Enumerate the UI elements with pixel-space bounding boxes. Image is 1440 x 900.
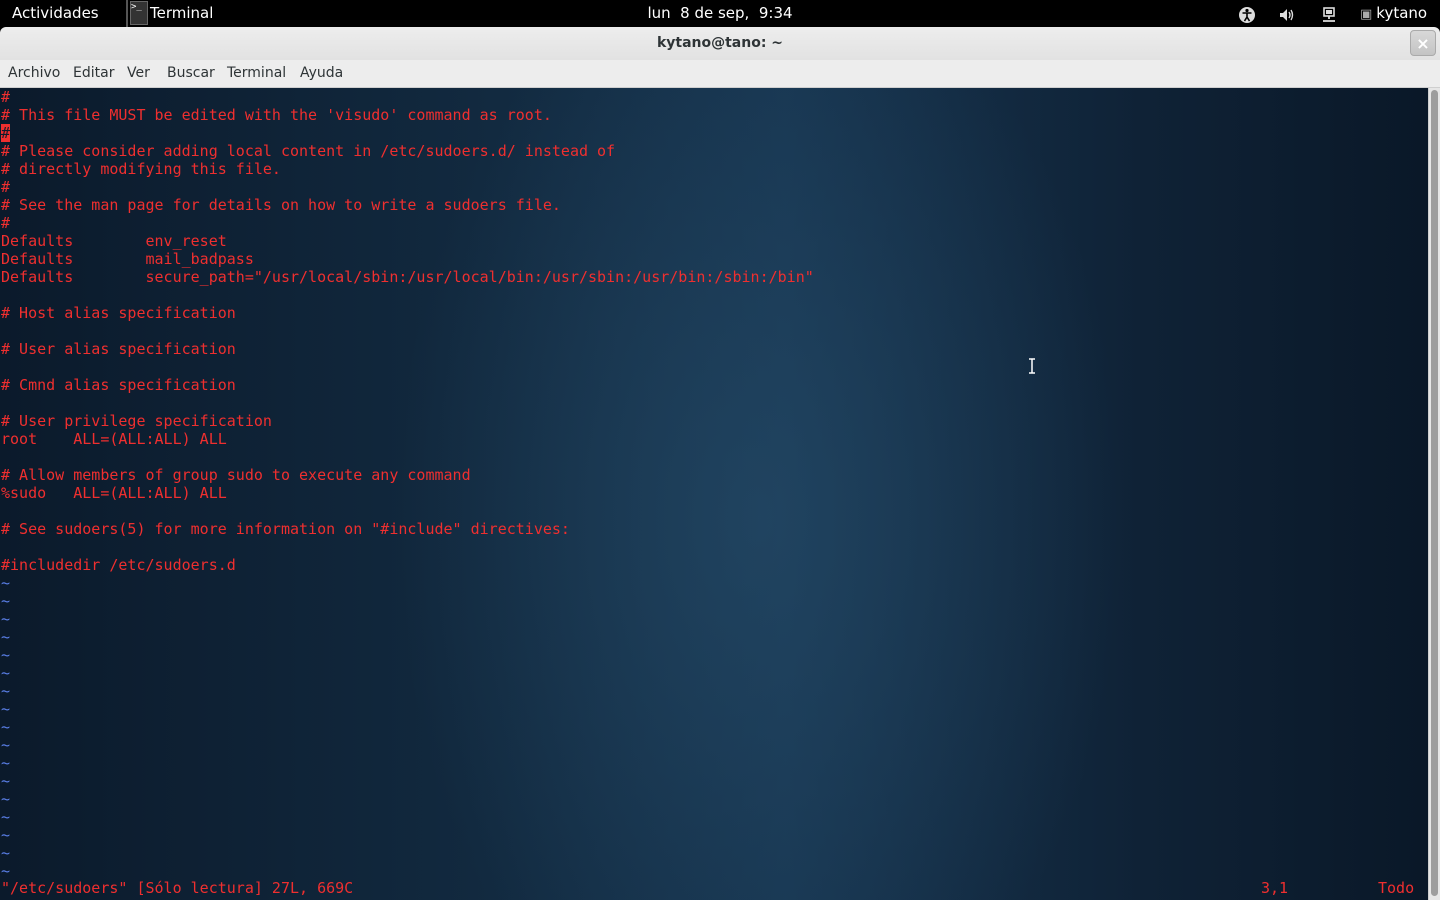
scrollbar-thumb[interactable]	[1431, 90, 1438, 896]
empty-line-tilde: ~	[1, 790, 11, 808]
vim-status-position: 3,1	[1261, 879, 1289, 897]
window-titlebar[interactable]: kytano@tano: ~ ×	[0, 27, 1440, 60]
editor-line: #	[1, 88, 11, 106]
editor-line	[1, 286, 814, 304]
clock-button[interactable]: lun 8 de sep, 9:34	[647, 4, 792, 22]
editor-line	[1, 448, 814, 466]
vim-status-scroll: Todo	[1378, 879, 1415, 897]
editor-line	[1, 502, 814, 520]
menu-bar: Archivo Editar Ver Buscar Terminal Ayuda	[0, 60, 1440, 88]
empty-line-tilde: ~	[1, 628, 11, 646]
app-menu-terminal[interactable]: >_ Terminal	[126, 0, 223, 27]
editor-line: # directly modifying this file.	[1, 160, 281, 178]
terminal-app-icon: >_	[130, 1, 148, 25]
empty-line-tilde: ~	[1, 844, 11, 862]
empty-line-tilde: ~	[1, 574, 11, 592]
user-name: kytano	[1376, 4, 1428, 22]
empty-line-tilde: ~	[1, 862, 11, 880]
empty-line-tilde: ~	[1, 718, 11, 736]
editor-line: #includedir /etc/sudoers.d	[1, 556, 236, 574]
vim-cursor: #	[1, 124, 11, 142]
activities-button[interactable]: Actividades	[12, 0, 99, 27]
editor-line: # Please consider adding local content i…	[1, 142, 616, 160]
editor-line: Defaults env_reset	[1, 232, 227, 250]
empty-line-tilde: ~	[1, 682, 11, 700]
empty-line-tilde: ~	[1, 808, 11, 826]
user-icon: ▣	[1360, 7, 1373, 22]
editor-buffer[interactable]: # # This file MUST be edited with the 'vi…	[1, 88, 814, 880]
empty-line-tilde: ~	[1, 826, 11, 844]
editor-line: #	[1, 124, 814, 142]
editor-line	[1, 538, 814, 556]
accessibility-icon[interactable]	[1238, 0, 1256, 27]
user-menu[interactable]: ▣ kytano	[1360, 0, 1427, 27]
editor-line	[1, 358, 814, 376]
editor-line: # User privilege specification	[1, 412, 272, 430]
editor-line: # User alias specification	[1, 340, 236, 358]
editor-line: # Host alias specification	[1, 304, 236, 322]
editor-line: root ALL=(ALL:ALL) ALL	[1, 430, 227, 448]
editor-line: #	[1, 214, 11, 232]
editor-line: # Allow members of group sudo to execute…	[1, 466, 471, 484]
empty-line-tilde: ~	[1, 592, 11, 610]
empty-line-tilde: ~	[1, 700, 11, 718]
menu-ayuda[interactable]: Ayuda	[300, 60, 343, 87]
menu-editar[interactable]: Editar	[73, 60, 114, 87]
empty-line-tilde: ~	[1, 664, 11, 682]
top-bar: Actividades >_ Terminal lun 8 de sep, 9:…	[0, 0, 1440, 27]
editor-line: #	[1, 178, 11, 196]
editor-line: # Cmnd alias specification	[1, 376, 236, 394]
editor-line: # This file MUST be edited with the 'vis…	[1, 106, 552, 124]
empty-line-tilde: ~	[1, 736, 11, 754]
menu-buscar[interactable]: Buscar	[167, 60, 215, 87]
network-icon[interactable]	[1320, 0, 1338, 27]
close-button[interactable]: ×	[1410, 30, 1436, 56]
terminal-scrollbar[interactable]	[1428, 88, 1440, 900]
editor-line: # See the man page for details on how to…	[1, 196, 561, 214]
terminal-window: kytano@tano: ~ × Archivo Editar Ver Busc…	[0, 27, 1440, 900]
empty-line-tilde: ~	[1, 646, 11, 664]
editor-line: # See sudoers(5) for more information on…	[1, 520, 570, 538]
app-menu-label: Terminal	[150, 4, 214, 22]
close-icon: ×	[1416, 34, 1430, 53]
terminal-area[interactable]: # # This file MUST be edited with the 'vi…	[0, 88, 1428, 900]
editor-line: Defaults secure_path="/usr/local/sbin:/u…	[1, 268, 814, 286]
empty-line-tilde: ~	[1, 754, 11, 772]
empty-line-tilde: ~	[1, 772, 11, 790]
volume-icon[interactable]	[1278, 0, 1296, 27]
editor-line: Defaults mail_badpass	[1, 250, 254, 268]
menu-terminal[interactable]: Terminal	[227, 60, 286, 87]
empty-line-tilde: ~	[1, 610, 11, 628]
text-cursor-icon	[1029, 358, 1035, 374]
editor-line	[1, 394, 814, 412]
window-title: kytano@tano: ~	[656, 35, 784, 51]
menu-archivo[interactable]: Archivo	[8, 60, 60, 87]
vim-status-file: "/etc/sudoers" [Sólo lectura] 27L, 669C	[1, 879, 354, 897]
menu-ver[interactable]: Ver	[127, 60, 150, 87]
editor-line: %sudo ALL=(ALL:ALL) ALL	[1, 484, 227, 502]
editor-line	[1, 322, 814, 340]
